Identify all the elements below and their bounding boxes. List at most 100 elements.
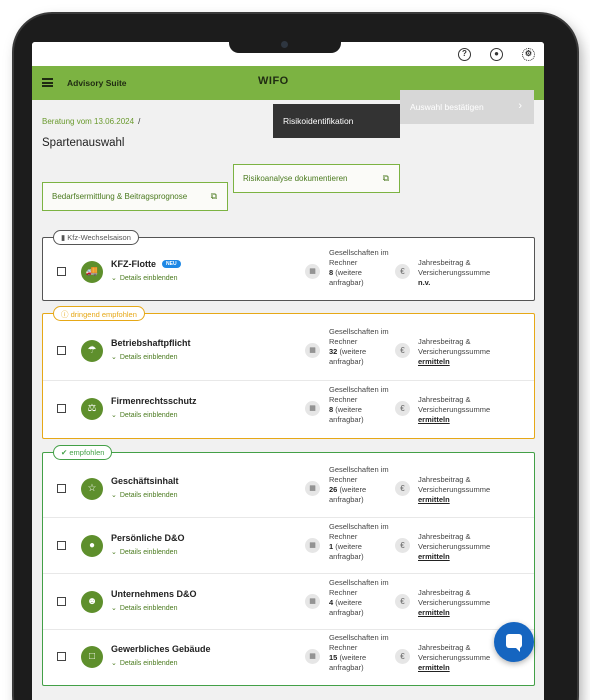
companies-label: Gesellschaften im Rechner [329, 327, 389, 346]
companies-count: 1 [329, 542, 334, 551]
category-row: ☂ Betriebshaftpflicht ⌄ Details einblenden ▦… [43, 322, 534, 380]
fee-calculate-link[interactable]: ermitteln [418, 357, 450, 366]
euro-icon: € [395, 264, 410, 279]
fee-calculate-link[interactable]: ermitteln [418, 663, 450, 672]
select-checkbox[interactable] [57, 597, 66, 606]
companies-suffix: (weitere anfragbar) [329, 542, 364, 561]
category-icon: ☻ [81, 591, 103, 613]
fee-calculate-link[interactable]: ermitteln [418, 415, 450, 424]
companies-suffix: (weitere anfragbar) [329, 268, 364, 287]
fee-info: Jahresbeitrag & Versicherungssumme ermitt… [418, 532, 518, 562]
category-row: ☆ Geschäftsinhalt ⌄ Details einblenden ▦ Gese… [43, 461, 534, 517]
details-toggle[interactable]: ⌄ Details einblenden [111, 659, 177, 667]
category-icon: □ [81, 646, 103, 668]
chat-icon [506, 634, 522, 652]
fee-info: Jahresbeitrag & Versicherungssumme ermitt… [418, 475, 518, 505]
details-label: Details einblenden [119, 492, 178, 499]
fee-label: Jahresbeitrag & Versicherungssumme [418, 337, 491, 356]
fee-info: Jahresbeitrag & Versicherungssumme ermitt… [418, 337, 518, 367]
calculator-icon: ▦ [305, 481, 320, 496]
category-name-text: Betriebshaftpflicht [111, 338, 191, 348]
chevron-down-icon: ⌄ [111, 549, 117, 556]
calculator-icon: ▦ [305, 264, 320, 279]
category-row: □ Gewerbliches Gebäude ⌄ Details einblenden… [43, 629, 534, 683]
companies-label: Gesellschaften im Rechner [329, 633, 389, 652]
calculator-icon: ▦ [305, 343, 320, 358]
companies-info: Gesellschaften im Rechner 8 (weitere anfr… [329, 385, 391, 425]
tablet-notch [229, 37, 341, 53]
tag-icon: ✔ [61, 448, 68, 457]
tag-label: dringend empfohlen [70, 310, 137, 319]
fee-label: Jahresbeitrag & Versicherungssumme [418, 475, 491, 494]
details-label: Details einblenden [119, 275, 178, 282]
category-icon: ● [81, 535, 103, 557]
fee-label: Jahresbeitrag & Versicherungssumme [418, 395, 491, 414]
details-toggle[interactable]: ⌄ Details einblenden [111, 491, 177, 499]
fee-label: Jahresbeitrag & Versicherungssumme [418, 258, 491, 277]
companies-info: Gesellschaften im Rechner 4 (weitere anfr… [329, 578, 391, 618]
select-checkbox[interactable] [57, 404, 66, 413]
euro-icon: € [395, 401, 410, 416]
category-name: KFZ-Flotte NEU [111, 259, 181, 269]
category-icon: ☆ [81, 478, 103, 500]
companies-count: 8 [329, 268, 334, 277]
tag-icon: ⓘ [61, 310, 69, 319]
companies-label: Gesellschaften im Rechner [329, 465, 389, 484]
tag-label: Kfz-Wechselsaison [67, 233, 131, 242]
details-toggle[interactable]: ⌄ Details einblenden [111, 353, 177, 361]
category-name-text: Unternehmens D&O [111, 589, 197, 599]
category-name-text: Persönliche D&O [111, 533, 185, 543]
companies-count: 8 [329, 405, 334, 414]
group-tag: ▮ Kfz-Wechselsaison [53, 230, 139, 245]
calculator-icon: ▦ [305, 649, 320, 664]
details-toggle[interactable]: ⌄ Details einblenden [111, 411, 177, 419]
select-checkbox[interactable] [57, 484, 66, 493]
group-tag: ⓘ dringend empfohlen [53, 306, 145, 321]
chevron-down-icon: ⌄ [111, 354, 117, 361]
euro-icon: € [395, 649, 410, 664]
category-name-text: KFZ-Flotte [111, 259, 156, 269]
details-label: Details einblenden [119, 412, 178, 419]
category-name: Gewerbliches Gebäude [111, 644, 211, 654]
category-icon: 🚚 [81, 261, 103, 283]
details-toggle[interactable]: ⌄ Details einblenden [111, 274, 177, 282]
select-checkbox[interactable] [57, 652, 66, 661]
category-name: Betriebshaftpflicht [111, 338, 191, 348]
category-icon: ☂ [81, 340, 103, 362]
camera-icon [281, 41, 288, 48]
companies-info: Gesellschaften im Rechner 26 (weitere anf… [329, 465, 391, 505]
companies-label: Gesellschaften im Rechner [329, 248, 389, 267]
category-icon: ⚖ [81, 398, 103, 420]
category-group: ✔ empfohlen ☆ Geschäftsinhalt ⌄ Details einb… [42, 445, 535, 686]
calculator-icon: ▦ [305, 401, 320, 416]
category-row: ☻ Unternehmens D&O ⌄ Details einblenden ▦ Ges… [43, 573, 534, 629]
select-checkbox[interactable] [57, 541, 66, 550]
euro-icon: € [395, 538, 410, 553]
select-checkbox[interactable] [57, 346, 66, 355]
fee-label: Jahresbeitrag & Versicherungssumme [418, 588, 491, 607]
details-toggle[interactable]: ⌄ Details einblenden [111, 604, 177, 612]
details-toggle[interactable]: ⌄ Details einblenden [111, 548, 177, 556]
chevron-down-icon: ⌄ [111, 492, 117, 499]
fee-calculate-link[interactable]: ermitteln [418, 608, 450, 617]
select-checkbox[interactable] [57, 267, 66, 276]
details-label: Details einblenden [119, 549, 178, 556]
category-row: 🚚 KFZ-Flotte NEU ⌄ Details einblenden ▦ Gesell… [43, 246, 534, 298]
companies-info: Gesellschaften im Rechner 8 (weitere anfr… [329, 248, 391, 288]
euro-icon: € [395, 481, 410, 496]
companies-suffix: (weitere anfragbar) [329, 598, 364, 617]
category-name: Persönliche D&O [111, 533, 185, 543]
category-name-text: Geschäftsinhalt [111, 476, 179, 486]
fee-calculate-link[interactable]: ermitteln [418, 552, 450, 561]
companies-count: 4 [329, 598, 334, 607]
category-name: Unternehmens D&O [111, 589, 197, 599]
category-row: ● Persönliche D&O ⌄ Details einblenden ▦ Gese… [43, 517, 534, 573]
fee-calculate-link[interactable]: ermitteln [418, 495, 450, 504]
chat-button[interactable] [494, 622, 534, 662]
category-name-text: Firmenrechtsschutz [111, 396, 197, 406]
tag-icon: ▮ [61, 233, 66, 242]
category-name-text: Gewerbliches Gebäude [111, 644, 211, 654]
companies-label: Gesellschaften im Rechner [329, 578, 389, 597]
euro-icon: € [395, 594, 410, 609]
euro-icon: € [395, 343, 410, 358]
